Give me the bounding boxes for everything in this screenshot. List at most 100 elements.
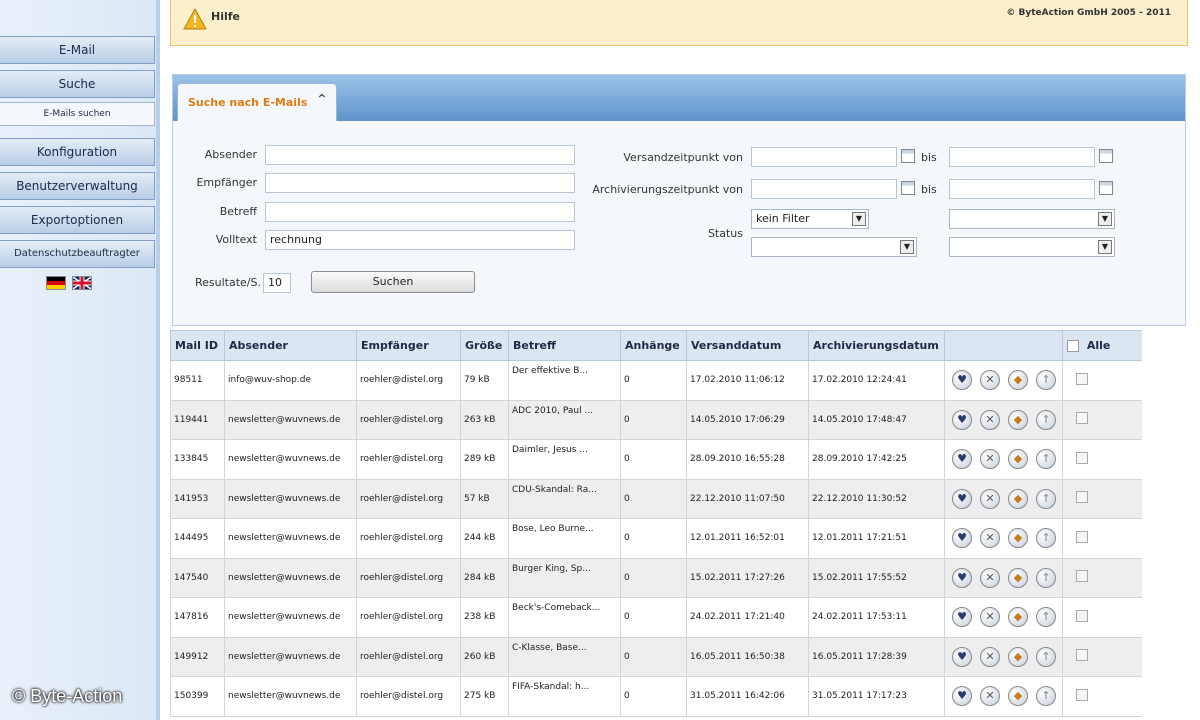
tab-search-emails[interactable]: Suche nach E-Mails ⌃ [177, 83, 337, 121]
calendar-icon[interactable] [901, 149, 915, 163]
table-row[interactable]: 119441 newsletter@wuvnews.de roehler@diste… [170, 399, 1142, 440]
restore-icon[interactable]: ◆ [1008, 488, 1028, 509]
view-icon[interactable]: ♥ [952, 686, 972, 707]
sidebar-item-search[interactable]: Suche [0, 70, 155, 98]
view-icon[interactable]: ♥ [952, 488, 972, 509]
sent-to-input[interactable] [949, 147, 1095, 167]
search-button[interactable]: Suchen [311, 271, 475, 293]
table-row[interactable]: 98511 info@wuv-shop.de roehler@distel.org 7… [170, 360, 1142, 401]
cell-archive-date: 28.09.2010 17:42:25 [808, 439, 945, 480]
row-checkbox[interactable] [1076, 609, 1088, 622]
delete-icon[interactable]: ✕ [980, 528, 1000, 549]
row-checkbox[interactable] [1076, 451, 1088, 464]
col-header-mail-id[interactable]: Mail ID [170, 330, 225, 361]
sidebar-item-user-management[interactable]: Benutzerverwaltung [0, 172, 155, 200]
cell-sender: newsletter@wuvnews.de [224, 636, 357, 677]
delete-icon[interactable]: ✕ [980, 686, 1000, 707]
restore-icon[interactable]: ◆ [1008, 528, 1028, 549]
german-flag-icon[interactable] [46, 276, 66, 290]
row-checkbox[interactable] [1076, 412, 1088, 425]
delete-icon[interactable]: ✕ [980, 488, 1000, 509]
col-header-attachments[interactable]: Anhänge [620, 330, 687, 361]
col-header-sent-date[interactable]: Versanddatum [686, 330, 809, 361]
restore-icon[interactable]: ◆ [1008, 607, 1028, 628]
col-header-subject[interactable]: Betreff [508, 330, 621, 361]
cell-sent-date: 14.05.2010 17:06:29 [686, 399, 809, 440]
fulltext-input[interactable]: rechnung [265, 230, 575, 250]
view-icon[interactable]: ♥ [952, 409, 972, 430]
collapse-icon[interactable]: ⌃ [316, 92, 328, 108]
export-icon[interactable]: ↑ [1036, 646, 1056, 667]
export-icon[interactable]: ↑ [1036, 567, 1056, 588]
delete-icon[interactable]: ✕ [980, 449, 1000, 470]
subject-input[interactable] [265, 202, 575, 222]
status-select-2[interactable]: ▼ [751, 237, 917, 257]
view-icon[interactable]: ♥ [952, 449, 972, 470]
calendar-icon[interactable] [901, 181, 915, 195]
col-header-recipient[interactable]: Empfänger [356, 330, 461, 361]
table-row[interactable]: 141953 newsletter@wuvnews.de roehler@diste… [170, 478, 1142, 519]
calendar-icon[interactable] [1099, 181, 1113, 195]
col-header-size[interactable]: Größe [460, 330, 509, 361]
delete-icon[interactable]: ✕ [980, 370, 1000, 391]
sender-input[interactable] [265, 145, 575, 165]
select-all-checkbox[interactable] [1067, 340, 1079, 352]
view-icon[interactable]: ♥ [952, 646, 972, 667]
row-checkbox[interactable] [1076, 491, 1088, 504]
sidebar-item-email[interactable]: E-Mail [0, 36, 155, 64]
sidebar-item-configuration[interactable]: Konfiguration [0, 138, 155, 166]
col-header-sender[interactable]: Absender [224, 330, 357, 361]
row-checkbox[interactable] [1076, 372, 1088, 385]
table-row[interactable]: 133845 newsletter@wuvnews.de roehler@diste… [170, 439, 1142, 480]
row-checkbox[interactable] [1076, 649, 1088, 662]
archived-from-input[interactable] [751, 179, 897, 199]
export-icon[interactable]: ↑ [1036, 488, 1056, 509]
view-icon[interactable]: ♥ [952, 607, 972, 628]
export-icon[interactable]: ↑ [1036, 370, 1056, 391]
restore-icon[interactable]: ◆ [1008, 449, 1028, 470]
export-icon[interactable]: ↑ [1036, 528, 1056, 549]
results-per-page-input[interactable]: 10 [263, 273, 291, 293]
sidebar-item-export-options[interactable]: Exportoptionen [0, 206, 155, 234]
restore-icon[interactable]: ◆ [1008, 686, 1028, 707]
table-row[interactable]: 149912 newsletter@wuvnews.de roehler@diste… [170, 636, 1142, 677]
row-checkbox[interactable] [1076, 688, 1088, 701]
table-row[interactable]: 147540 newsletter@wuvnews.de roehler@diste… [170, 557, 1142, 598]
restore-icon[interactable]: ◆ [1008, 646, 1028, 667]
export-icon[interactable]: ↑ [1036, 686, 1056, 707]
table-row[interactable]: 147816 newsletter@wuvnews.de roehler@diste… [170, 597, 1142, 638]
table-row[interactable]: 144495 newsletter@wuvnews.de roehler@diste… [170, 518, 1142, 559]
sent-from-input[interactable] [751, 147, 897, 167]
delete-icon[interactable]: ✕ [980, 607, 1000, 628]
export-icon[interactable]: ↑ [1036, 409, 1056, 430]
status-select-4[interactable]: ▼ [949, 237, 1115, 257]
cell-sender: newsletter@wuvnews.de [224, 676, 357, 717]
status-select-3[interactable]: ▼ [949, 209, 1115, 229]
row-checkbox[interactable] [1076, 530, 1088, 543]
sidebar-item-search-emails[interactable]: E-Mails suchen [0, 102, 155, 126]
calendar-icon[interactable] [1099, 149, 1113, 163]
uk-flag-icon[interactable] [72, 276, 92, 290]
help-link[interactable]: Hilfe [211, 10, 240, 23]
delete-icon[interactable]: ✕ [980, 646, 1000, 667]
status-select-1[interactable]: kein Filter ▼ [751, 209, 869, 229]
delete-icon[interactable]: ✕ [980, 567, 1000, 588]
view-icon[interactable]: ♥ [952, 528, 972, 549]
view-icon[interactable]: ♥ [952, 370, 972, 391]
export-icon[interactable]: ↑ [1036, 607, 1056, 628]
sidebar-item-data-protection[interactable]: Datenschutzbeauftragter [0, 240, 155, 268]
col-header-archive-date[interactable]: Archivierungsdatum [808, 330, 945, 361]
view-icon[interactable]: ♥ [952, 567, 972, 588]
restore-icon[interactable]: ◆ [1008, 567, 1028, 588]
export-icon[interactable]: ↑ [1036, 449, 1056, 470]
restore-icon[interactable]: ◆ [1008, 409, 1028, 430]
row-checkbox[interactable] [1076, 570, 1088, 583]
col-header-select-all[interactable]: Alle [1062, 330, 1142, 361]
recipient-input[interactable] [265, 173, 575, 193]
restore-icon[interactable]: ◆ [1008, 370, 1028, 391]
delete-icon[interactable]: ✕ [980, 409, 1000, 430]
cell-actions: ♥✕◆↑§ [944, 557, 1063, 598]
cell-size: 244 kB [460, 518, 509, 559]
table-row[interactable]: 150399 newsletter@wuvnews.de roehler@diste… [170, 676, 1142, 717]
archived-to-input[interactable] [949, 179, 1095, 199]
